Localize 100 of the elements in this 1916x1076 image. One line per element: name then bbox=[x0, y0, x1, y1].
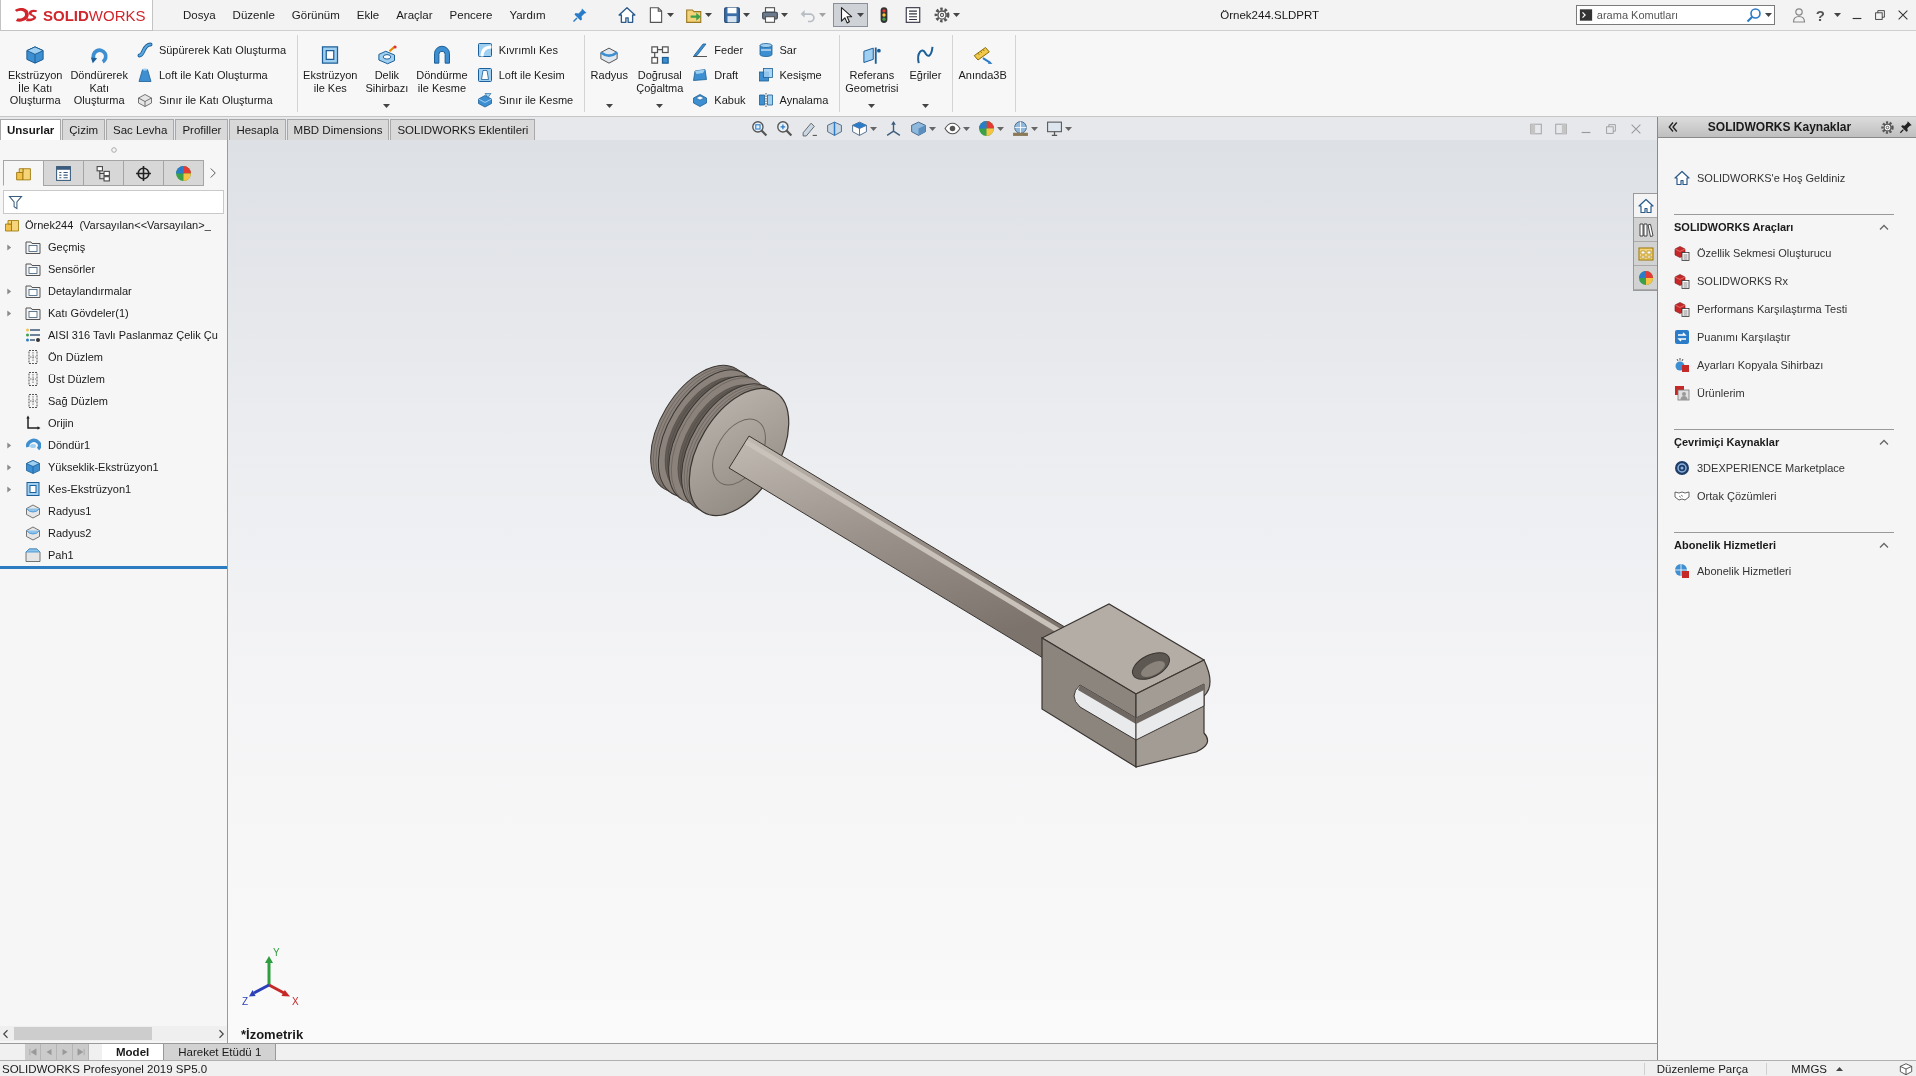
collapse-caret-icon[interactable] bbox=[1879, 541, 1889, 549]
ribbon-button[interactable]: Aynalama bbox=[757, 87, 835, 112]
ribbon-button[interactable]: Radyus bbox=[587, 35, 632, 112]
view-tool-button[interactable] bbox=[1046, 120, 1073, 137]
ribbon-button[interactable]: Eğriler bbox=[903, 35, 948, 112]
3d-part-model[interactable] bbox=[650, 365, 1211, 769]
ribbon-button[interactable]: Kıvrımlı Kes bbox=[476, 37, 580, 62]
panel-tab[interactable] bbox=[83, 160, 124, 186]
scroll-thumb[interactable] bbox=[14, 1027, 152, 1040]
tree-item[interactable]: Sensörler bbox=[0, 258, 227, 280]
tree-item[interactable]: Yükseklik-Ekstrüzyon1 bbox=[0, 456, 227, 478]
help-button[interactable]: ? bbox=[1815, 6, 1825, 24]
ribbon-button[interactable]: Draft bbox=[692, 62, 752, 87]
double-chevron-left-icon[interactable] bbox=[1667, 121, 1679, 133]
ribbon-button[interactable]: Referans Geometrisi bbox=[842, 35, 902, 112]
tree-item[interactable]: Kes-Ekstrüzyon1 bbox=[0, 478, 227, 500]
ribbon-button[interactable]: Sınır ile Katı Oluşturma bbox=[136, 87, 293, 112]
tree-item[interactable]: Katı Gövdeler(1) bbox=[0, 302, 227, 324]
ribbon-button[interactable]: Kesişme bbox=[757, 62, 835, 87]
command-tab[interactable]: Unsurlar bbox=[0, 119, 62, 140]
ribbon-button[interactable]: Ekstrüzyon İle Katı Oluşturma bbox=[5, 35, 66, 112]
ribbon-button[interactable]: Loft ile Katı Oluşturma bbox=[136, 62, 293, 87]
resource-link[interactable]: Ayarları Kopyala Sihirbazı bbox=[1674, 351, 1824, 379]
ribbon-button[interactable]: Kabuk bbox=[692, 87, 752, 112]
ribbon-button[interactable]: Sınır ile Kesme bbox=[476, 87, 580, 112]
search-icon[interactable] bbox=[1745, 7, 1762, 23]
tree-item[interactable]: Detaylandırmalar bbox=[0, 280, 227, 302]
resource-link[interactable]: SOLIDWORKS Rx bbox=[1674, 267, 1789, 295]
view-tool-button[interactable] bbox=[944, 120, 971, 137]
task-pane-tab[interactable] bbox=[1634, 194, 1657, 218]
resource-link[interactable]: Puanımı Karşılaştır bbox=[1674, 323, 1791, 351]
collapse-caret-icon[interactable] bbox=[1879, 223, 1889, 231]
tree-item[interactable]: Üst Düzlem bbox=[0, 368, 227, 390]
expand-arrow-icon[interactable] bbox=[6, 287, 12, 295]
expand-arrow-icon[interactable] bbox=[6, 441, 12, 449]
model-tab[interactable]: Hareket Etüdü 1 bbox=[164, 1044, 277, 1060]
ribbon-button[interactable]: Döndürme ile Kesme bbox=[413, 35, 471, 112]
search-field[interactable]: arama Komutları bbox=[1575, 5, 1775, 25]
tree-item[interactable]: Pah1 bbox=[0, 544, 227, 566]
ribbon-button[interactable]: Süpürerek Katı Oluşturma bbox=[136, 37, 293, 62]
command-tab[interactable]: SOLIDWORKS Eklentileri bbox=[390, 119, 536, 140]
collapse-caret-icon[interactable] bbox=[1879, 438, 1889, 446]
gear-icon[interactable] bbox=[1880, 119, 1895, 135]
caret-icon[interactable] bbox=[1764, 13, 1772, 17]
view-tool-button[interactable] bbox=[826, 120, 844, 137]
ribbon-button[interactable]: Delik Sihirbazı bbox=[362, 35, 412, 112]
command-tab[interactable]: MBD Dimensions bbox=[286, 119, 390, 140]
menu-item[interactable]: Araçlar bbox=[396, 9, 433, 21]
menu-item[interactable]: Görünüm bbox=[291, 9, 340, 21]
view-tool-button[interactable] bbox=[851, 120, 878, 137]
menu-item[interactable]: Ekle bbox=[356, 9, 380, 21]
tree-item[interactable]: Sağ Düzlem bbox=[0, 390, 227, 412]
task-pane-tab[interactable] bbox=[1634, 266, 1657, 290]
view-tool-button[interactable] bbox=[801, 120, 819, 137]
resource-link[interactable]: Performans Karşılaştırma Testi bbox=[1674, 295, 1848, 323]
restore-icon[interactable] bbox=[1873, 8, 1887, 22]
command-tab[interactable]: Sac Levha bbox=[106, 119, 175, 140]
tree-item[interactable]: AISI 316 Tavlı Paslanmaz Çelik Çu bbox=[0, 324, 227, 346]
resource-link[interactable]: Abonelik Hizmetleri bbox=[1674, 557, 1792, 585]
grip-ring-icon[interactable] bbox=[110, 147, 117, 153]
model-tab[interactable]: Model bbox=[102, 1044, 165, 1060]
command-tab[interactable]: Hesapla bbox=[229, 119, 286, 140]
close-icon[interactable] bbox=[1896, 8, 1910, 22]
task-pane-tab[interactable] bbox=[1634, 218, 1657, 242]
view-tool-button[interactable] bbox=[910, 120, 937, 137]
view-tool-button[interactable] bbox=[776, 120, 794, 137]
expand-arrow-icon[interactable] bbox=[6, 463, 12, 471]
panel-tab[interactable] bbox=[123, 160, 164, 186]
tree-item[interactable]: Radyus2 bbox=[0, 522, 227, 544]
tree-item[interactable]: Ön Düzlem bbox=[0, 346, 227, 368]
filter-field[interactable] bbox=[3, 190, 224, 214]
caret-icon[interactable] bbox=[1834, 13, 1841, 17]
ribbon-button[interactable]: Doğrusal Çoğaltma bbox=[633, 35, 687, 112]
units-button[interactable]: MMGS bbox=[1791, 1062, 1843, 1075]
view-tool-button[interactable] bbox=[1012, 120, 1039, 137]
view-tool-button[interactable] bbox=[885, 120, 903, 137]
ribbon-button[interactable]: Sar bbox=[757, 37, 835, 62]
resource-link[interactable]: Ortak Çözümleri bbox=[1674, 482, 1777, 510]
view-tool-button[interactable] bbox=[978, 120, 1005, 137]
view-tool-button[interactable] bbox=[751, 120, 769, 137]
resource-link[interactable]: Özellik Sekmesi Oluşturucu bbox=[1674, 239, 1832, 267]
user-icon[interactable] bbox=[1790, 7, 1807, 23]
toolbar-button[interactable] bbox=[832, 3, 868, 27]
resource-link[interactable]: 3DEXPERIENCE Marketplace bbox=[1674, 454, 1845, 482]
ribbon-button[interactable]: Döndürerek Katı Oluşturma bbox=[67, 35, 131, 112]
expand-arrow-icon[interactable] bbox=[6, 309, 12, 317]
pin-icon[interactable] bbox=[1899, 120, 1913, 134]
tree-item[interactable]: Örnek244 (Varsayılan<<Varsayılan>_ bbox=[0, 214, 227, 236]
ribbon-button[interactable]: Anında3B bbox=[955, 35, 1010, 112]
menu-item[interactable]: Yardım bbox=[509, 9, 546, 21]
panel-tab[interactable] bbox=[43, 160, 84, 186]
resource-link[interactable]: Ürünlerim bbox=[1674, 379, 1745, 407]
ribbon-button[interactable]: Feder bbox=[692, 37, 752, 62]
command-tab[interactable]: Profiller bbox=[175, 119, 229, 140]
graphics-area[interactable]: Y Z X *İzometrik bbox=[228, 140, 1657, 1043]
menu-item[interactable]: Düzenle bbox=[232, 9, 275, 21]
ribbon-button[interactable]: Loft ile Kesim bbox=[476, 62, 580, 87]
tree-item[interactable]: Döndür1 bbox=[0, 434, 227, 456]
menu-item[interactable]: Pencere bbox=[449, 9, 493, 21]
expand-arrow-icon[interactable] bbox=[6, 485, 12, 493]
